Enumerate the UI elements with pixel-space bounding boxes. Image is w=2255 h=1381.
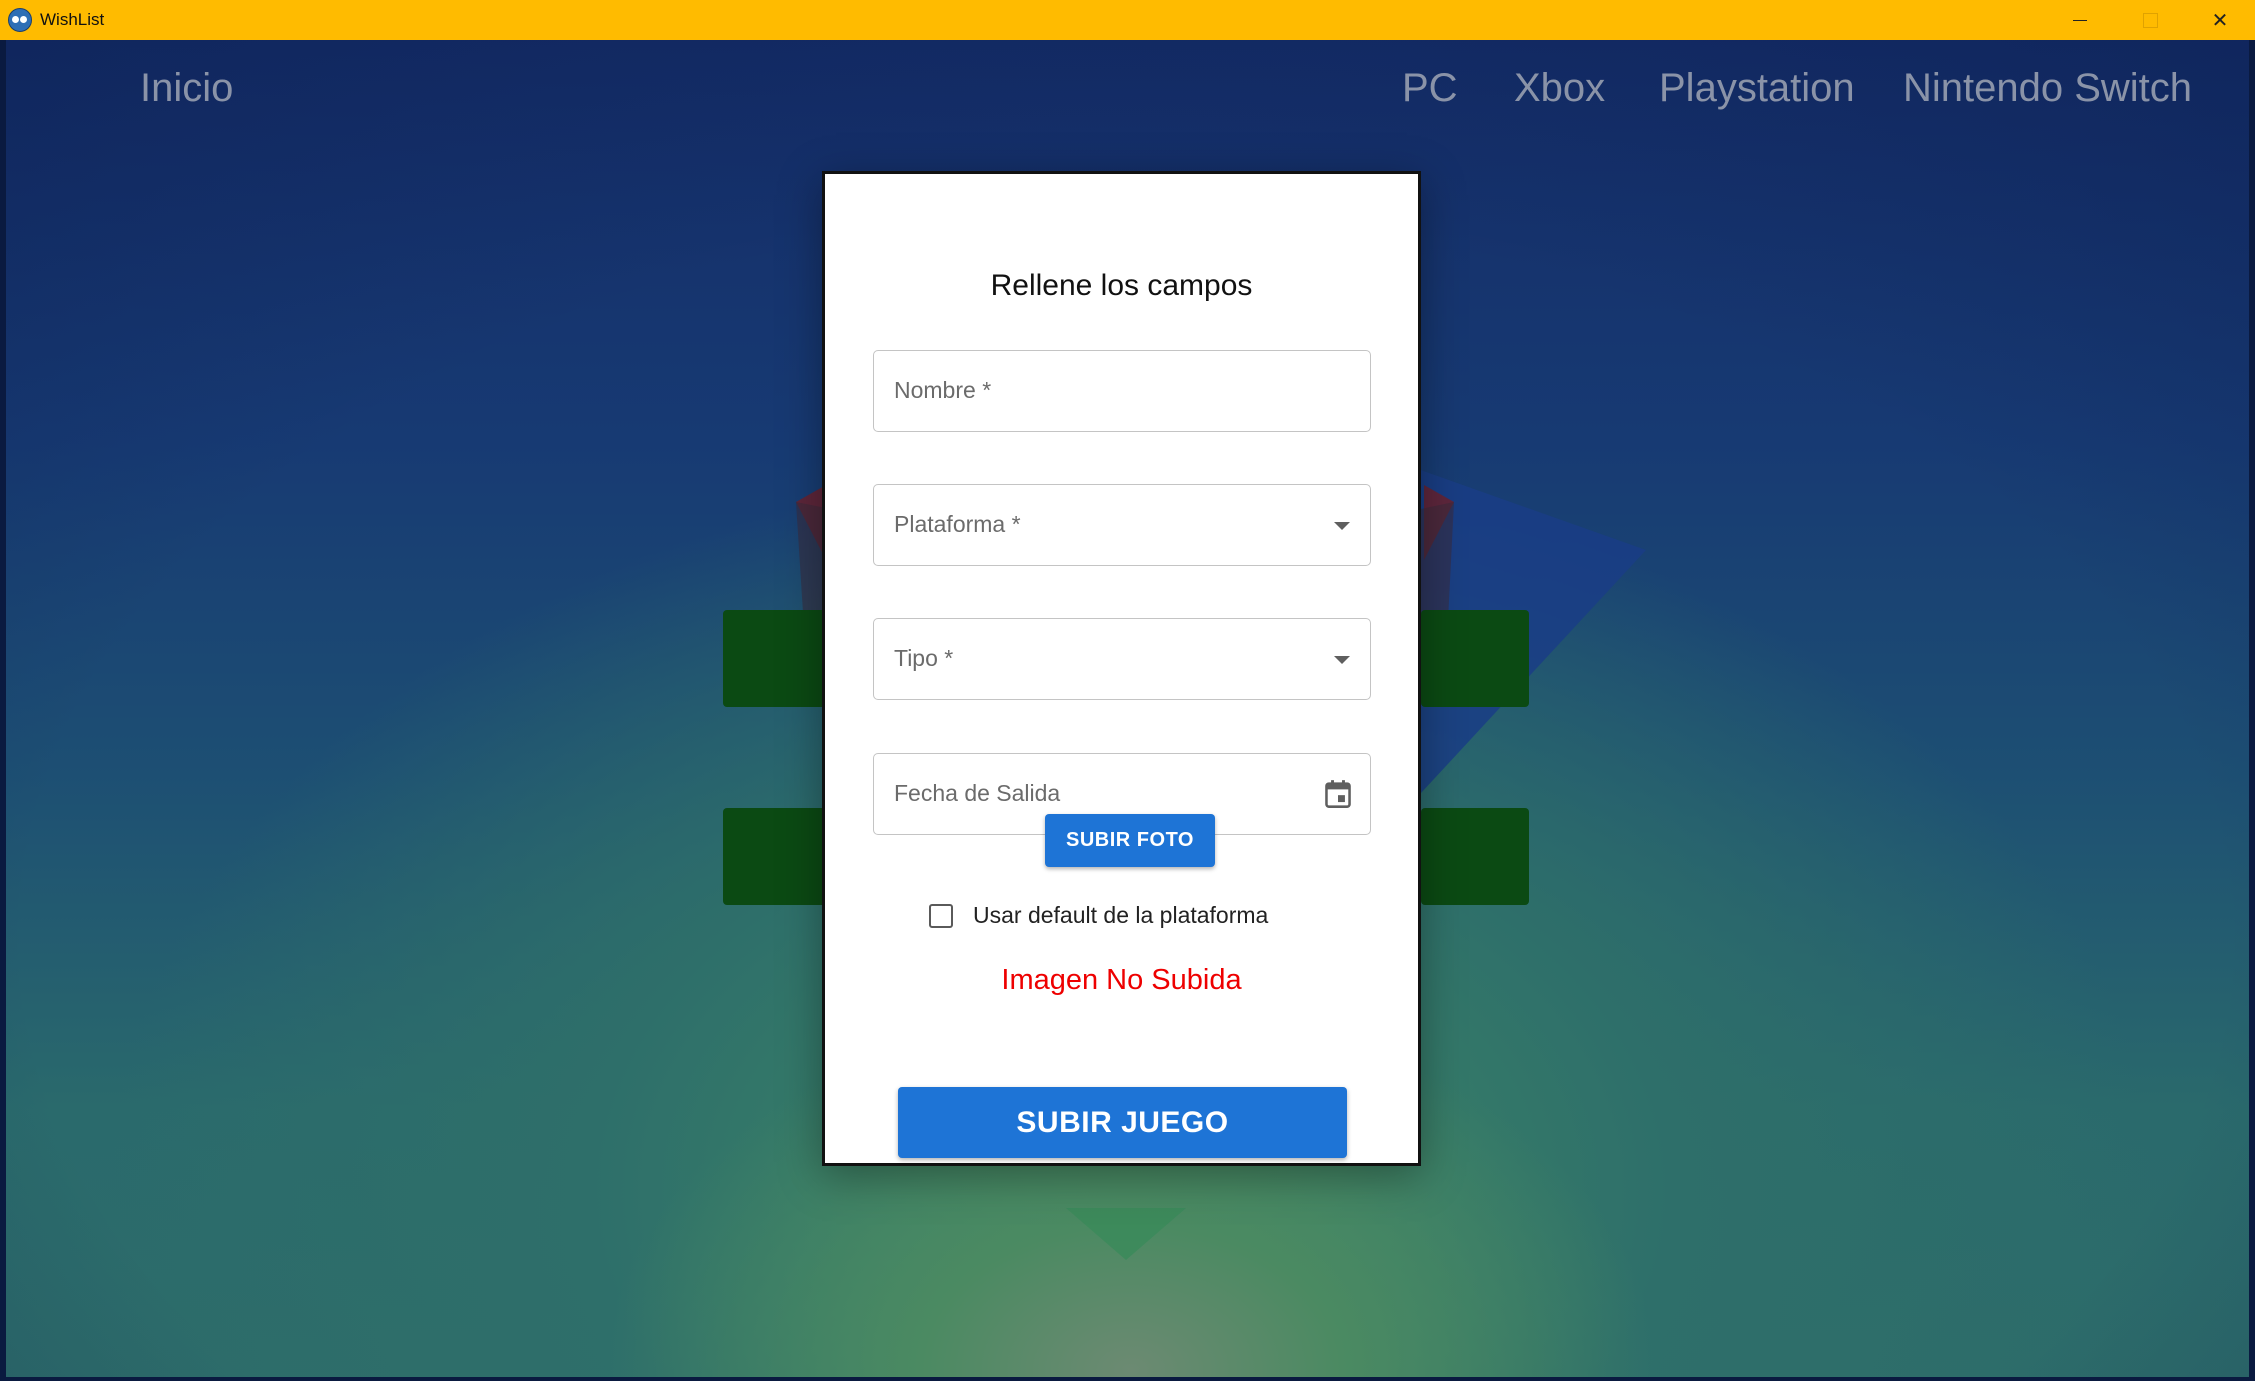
default-platform-checkbox-label[interactable]: Usar default de la plataforma [973,902,1268,929]
upload-photo-button[interactable]: SUBIR FOTO [1045,814,1215,867]
nav-link-xbox[interactable]: Xbox [1514,66,1605,111]
app-logo-icon [8,8,32,32]
nav-link-inicio[interactable]: Inicio [140,66,233,111]
minimize-button[interactable] [2045,0,2115,40]
submit-game-button[interactable]: SUBIR JUEGO [898,1087,1347,1158]
fecha-salida-label: Fecha de Salida [894,780,1061,806]
minimize-icon [2073,19,2087,21]
dropdown-arrow-icon [1334,522,1350,530]
bg-green-bar-right-top [1421,610,1529,707]
dialog-title: Rellene los campos [990,269,1253,302]
maximize-icon [2142,12,2158,28]
close-icon: ✕ [2211,9,2229,32]
tipo-label: Tipo * [894,645,954,671]
window-title: WishList [40,10,105,29]
plataforma-label: Plataforma * [894,511,1021,537]
tipo-select[interactable]: Tipo * [873,618,1371,700]
add-game-dialog: Rellene los campos Nombre * Plataforma *… [822,171,1421,1166]
nombre-label: Nombre * [894,377,992,403]
nav-link-playstation[interactable]: Playstation [1659,66,1855,111]
default-platform-checkbox-row[interactable]: Usar default de la plataforma [929,902,1268,929]
dropdown-arrow-icon [1334,656,1350,664]
plataforma-select[interactable]: Plataforma * [873,484,1371,566]
image-status-text: Imagen No Subida [1001,964,1242,996]
nav-link-nintendo-switch[interactable]: Nintendo Switch [1903,66,2192,111]
top-navigation: Inicio PC Xbox Playstation Nintendo Swit… [6,40,2249,150]
calendar-icon[interactable] [1324,779,1352,809]
window-titlebar: WishList ✕ [0,0,2255,40]
bg-green-bar-right-bottom [1421,808,1529,905]
nombre-field[interactable]: Nombre * [873,350,1371,432]
bg-green-triangle [1066,1208,1186,1260]
nav-link-pc[interactable]: PC [1402,66,1458,111]
maximize-button[interactable] [2115,0,2185,40]
default-platform-checkbox[interactable] [929,903,953,928]
bg-green-bar-left-top [723,610,833,707]
bg-green-bar-left-bottom [723,808,833,905]
close-button[interactable]: ✕ [2185,0,2255,40]
window-controls: ✕ [2045,0,2255,40]
